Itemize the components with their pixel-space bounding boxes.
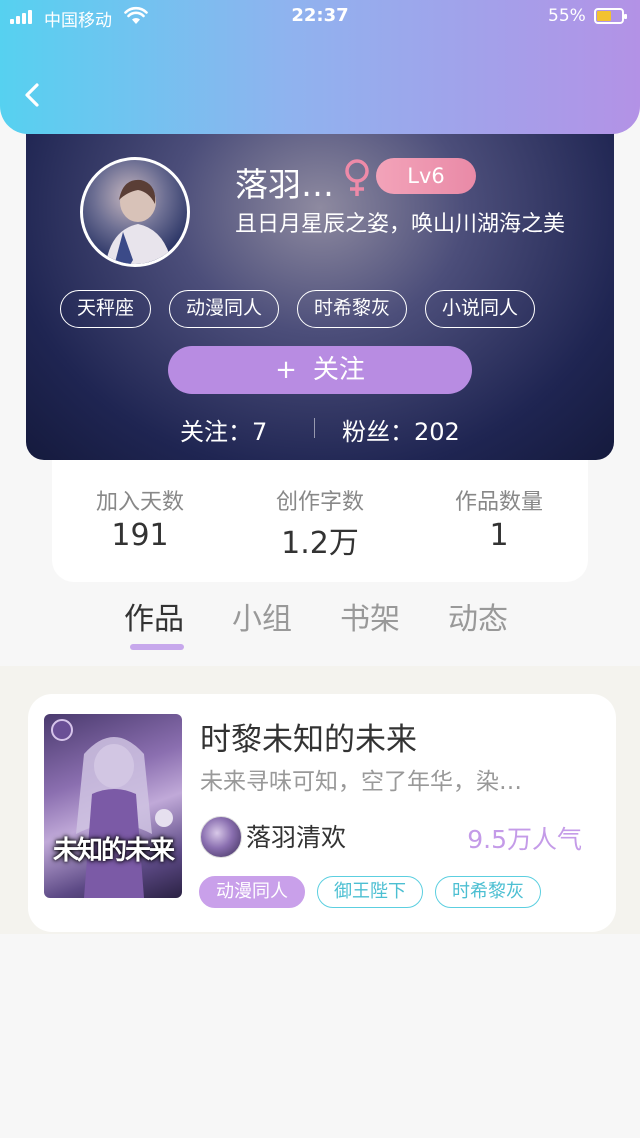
profile-tag[interactable]: 小说同人: [425, 290, 536, 328]
nickname: 落羽…: [235, 165, 334, 204]
stat-works-count: 作品数量 1: [419, 484, 579, 553]
author-name[interactable]: 落羽清欢: [246, 818, 346, 854]
signature: 且日月星辰之姿，唤山川湖海之美: [235, 212, 566, 237]
work-card[interactable]: 未知的未来 时黎未知的未来 未来寻味可知，空了年华，染… 落羽清欢 9.5万人气…: [28, 694, 616, 932]
clock: 22:37: [291, 5, 349, 26]
stat-value: 191: [111, 518, 169, 553]
back-arrow-icon[interactable]: [18, 80, 48, 110]
work-description: 未来寻味可知，空了年华，染…: [200, 769, 522, 795]
work-tag[interactable]: 御王陛下: [317, 876, 423, 908]
follow-button[interactable]: + 关注: [168, 346, 472, 394]
book-cover[interactable]: 未知的未来: [44, 714, 182, 898]
following-count[interactable]: 关注：7: [180, 412, 267, 447]
tab-bookshelf[interactable]: 书架: [340, 594, 400, 638]
stat-join-days: 加入天数 191: [60, 484, 220, 553]
profile-tag[interactable]: 动漫同人: [169, 290, 280, 328]
female-icon: [345, 159, 369, 196]
stat-label: 作品数量: [454, 490, 543, 515]
plus-icon: +: [275, 355, 297, 385]
avatar[interactable]: [80, 157, 190, 267]
avatar-image: [105, 179, 172, 264]
battery-percent: 55%: [548, 6, 586, 26]
stat-label: 创作字数: [275, 490, 364, 515]
profile-tag[interactable]: 天秤座: [60, 290, 152, 328]
battery-icon: [594, 8, 627, 24]
profile-tags: 天秤座 动漫同人 时希黎灰 小说同人: [60, 290, 536, 328]
profile-card: 落羽… Lv6 且日月星辰之姿，唤山川湖海之美 天秤座 动漫同人 时希黎灰 小说…: [26, 100, 614, 460]
cover-title: 未知的未来: [52, 836, 175, 866]
stat-word-count: 创作字数 1.2万: [240, 484, 400, 562]
work-title[interactable]: 时黎未知的未来: [200, 714, 417, 759]
stat-label: 加入天数: [95, 490, 184, 515]
divider: [314, 418, 315, 438]
work-tag[interactable]: 动漫同人: [199, 876, 305, 908]
author-avatar[interactable]: [200, 816, 242, 858]
status-bar: 中国移动 22:37 55%: [0, 0, 640, 34]
tab-groups[interactable]: 小组: [232, 594, 292, 638]
follow-button-label: 关注: [312, 355, 365, 385]
top-header: 中国移动 22:37 55%: [0, 0, 640, 134]
stat-value: 1: [489, 518, 509, 553]
stat-value: 1.2万: [281, 526, 359, 561]
fans-count[interactable]: 粉丝：202: [342, 412, 460, 447]
work-tags: 动漫同人 御王陛下 时希黎灰: [199, 876, 541, 908]
follow-counts: 关注：7 粉丝：202: [26, 408, 614, 448]
active-tab-indicator: [130, 644, 184, 650]
stats-card: 加入天数 191 创作字数 1.2万 作品数量 1: [52, 446, 588, 582]
popularity: 9.5万人气: [467, 825, 582, 854]
level-badge: Lv6: [376, 158, 476, 194]
work-tag[interactable]: 时希黎灰: [435, 876, 541, 908]
tab-activity[interactable]: 动态: [448, 594, 508, 638]
profile-tag[interactable]: 时希黎灰: [297, 290, 408, 328]
cover-art: [51, 719, 173, 898]
tab-works[interactable]: 作品: [124, 594, 184, 638]
tab-bar: 作品 小组 书架 动态: [0, 590, 640, 660]
